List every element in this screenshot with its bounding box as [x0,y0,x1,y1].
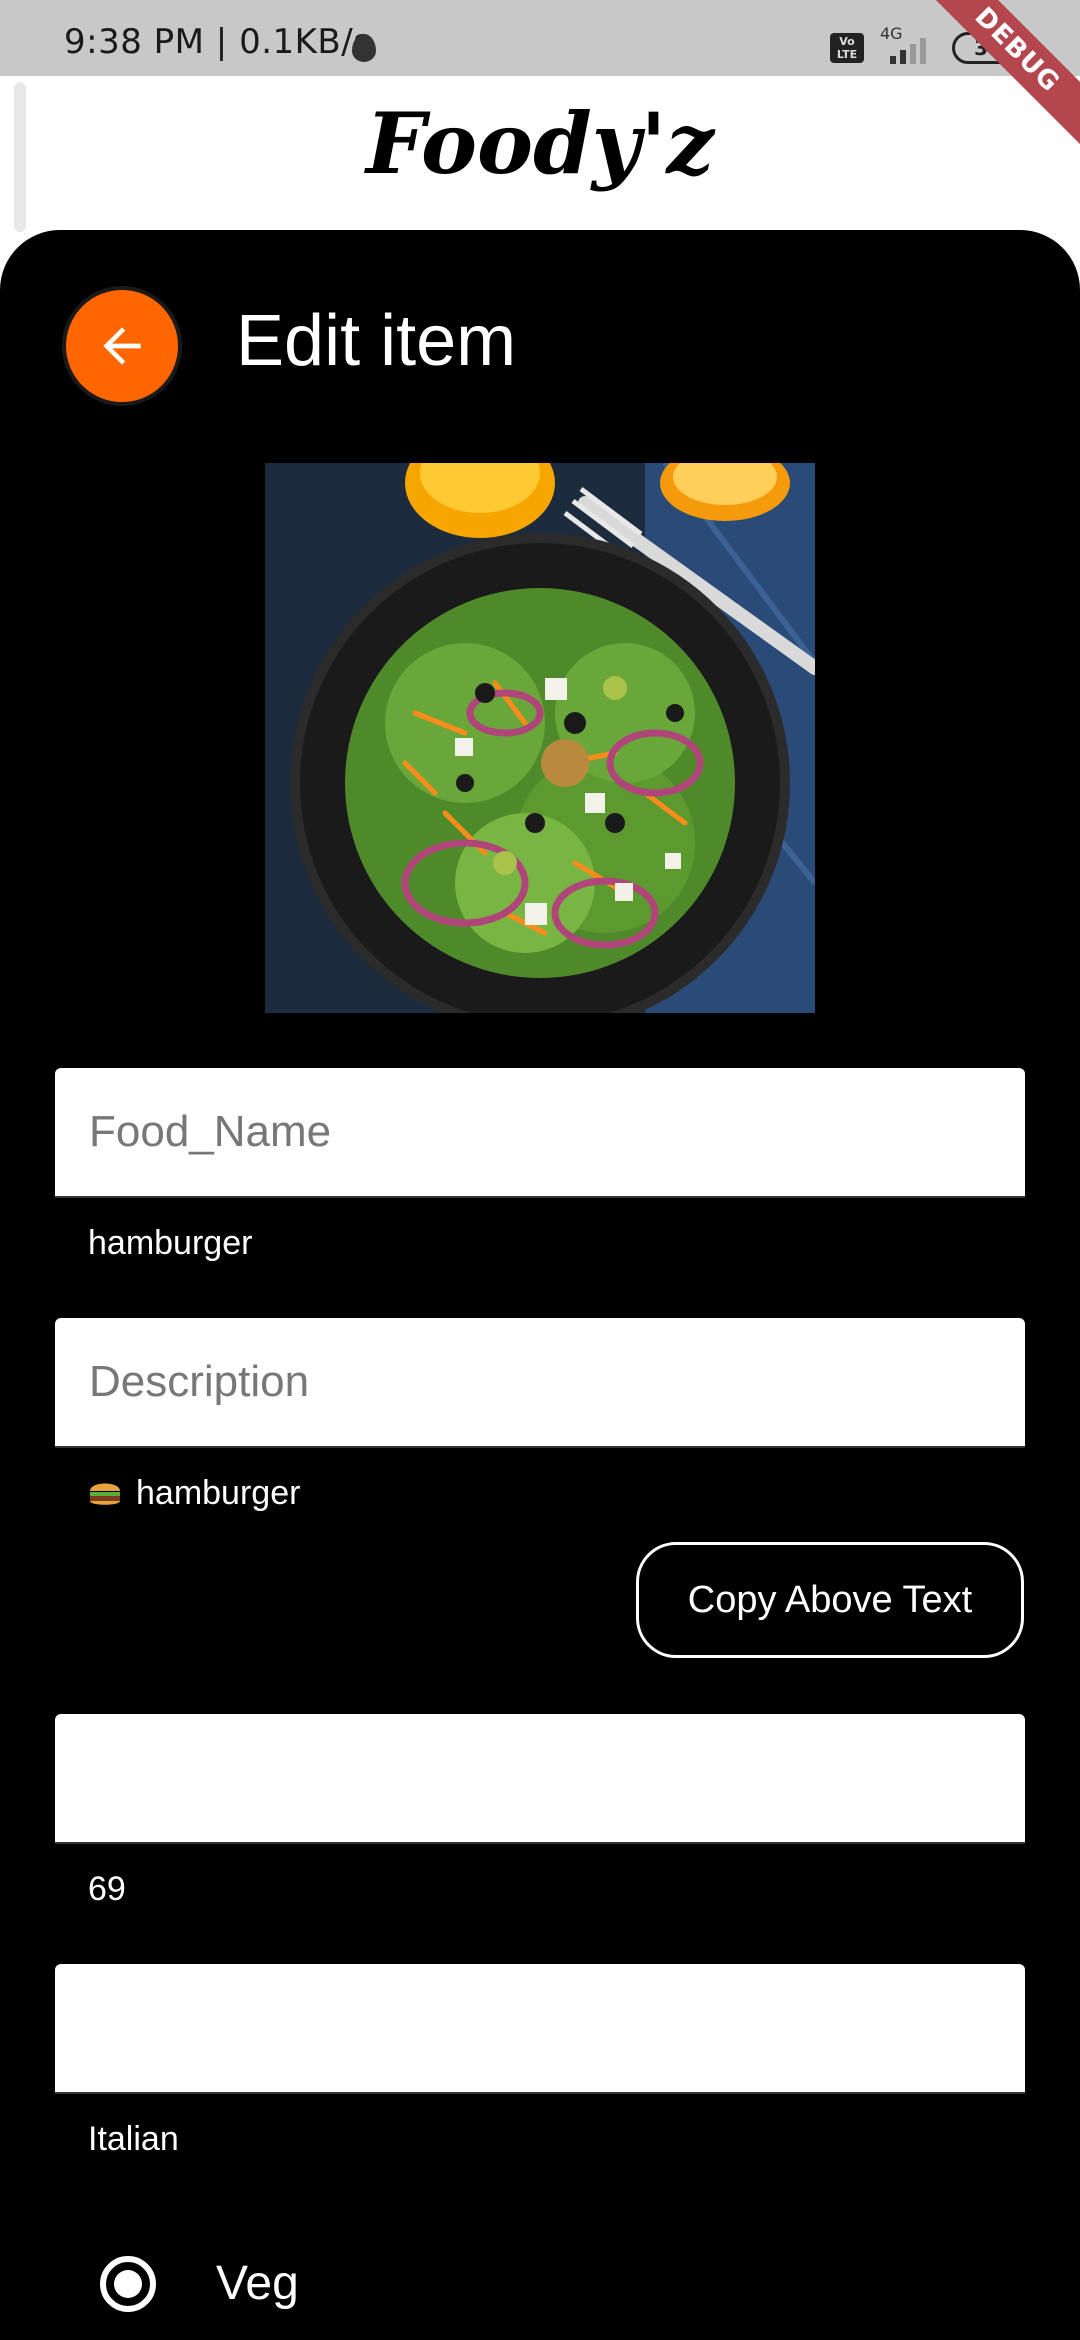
page-title: Edit item [236,301,517,381]
volte-icon: Vo LTE [830,33,864,63]
price-input[interactable] [55,1714,1025,1844]
signal-icon [890,34,936,64]
arrow-left-icon [103,327,141,365]
cuisine-value: Italian [88,2120,179,2158]
description-value-row: hamburger [88,1474,300,1513]
burger-emoji-icon [90,1483,120,1505]
copy-above-text-button[interactable]: Copy Above Text [636,1542,1024,1658]
veg-radio-button[interactable] [100,2256,156,2312]
status-bar: 9:38 PM | 0.1KB/s Vo LTE 4G 36 [0,0,1080,76]
description-placeholder: Description [89,1357,310,1406]
app-title: Foody'z [365,94,715,193]
veg-radio-label[interactable]: Veg [216,2256,299,2311]
status-time: 9:38 PM | 0.1KB/s [64,22,372,62]
price-value: 69 [88,1870,126,1908]
food-name-value: hamburger [88,1224,253,1262]
description-value: hamburger [136,1474,301,1512]
screen: 9:38 PM | 0.1KB/s Vo LTE 4G 36 DEBUG Foo… [0,0,1080,2340]
food-name-input[interactable]: Food_Name [55,1068,1025,1198]
food-name-placeholder: Food_Name [89,1107,332,1156]
cuisine-input[interactable] [55,1964,1025,2094]
notification-drop-icon [352,34,376,62]
app-bar: Foody'z [0,76,1080,236]
food-image [265,463,815,1013]
description-input[interactable]: Description [55,1318,1025,1448]
salad-illustration [265,463,815,1013]
back-button[interactable] [62,286,182,406]
